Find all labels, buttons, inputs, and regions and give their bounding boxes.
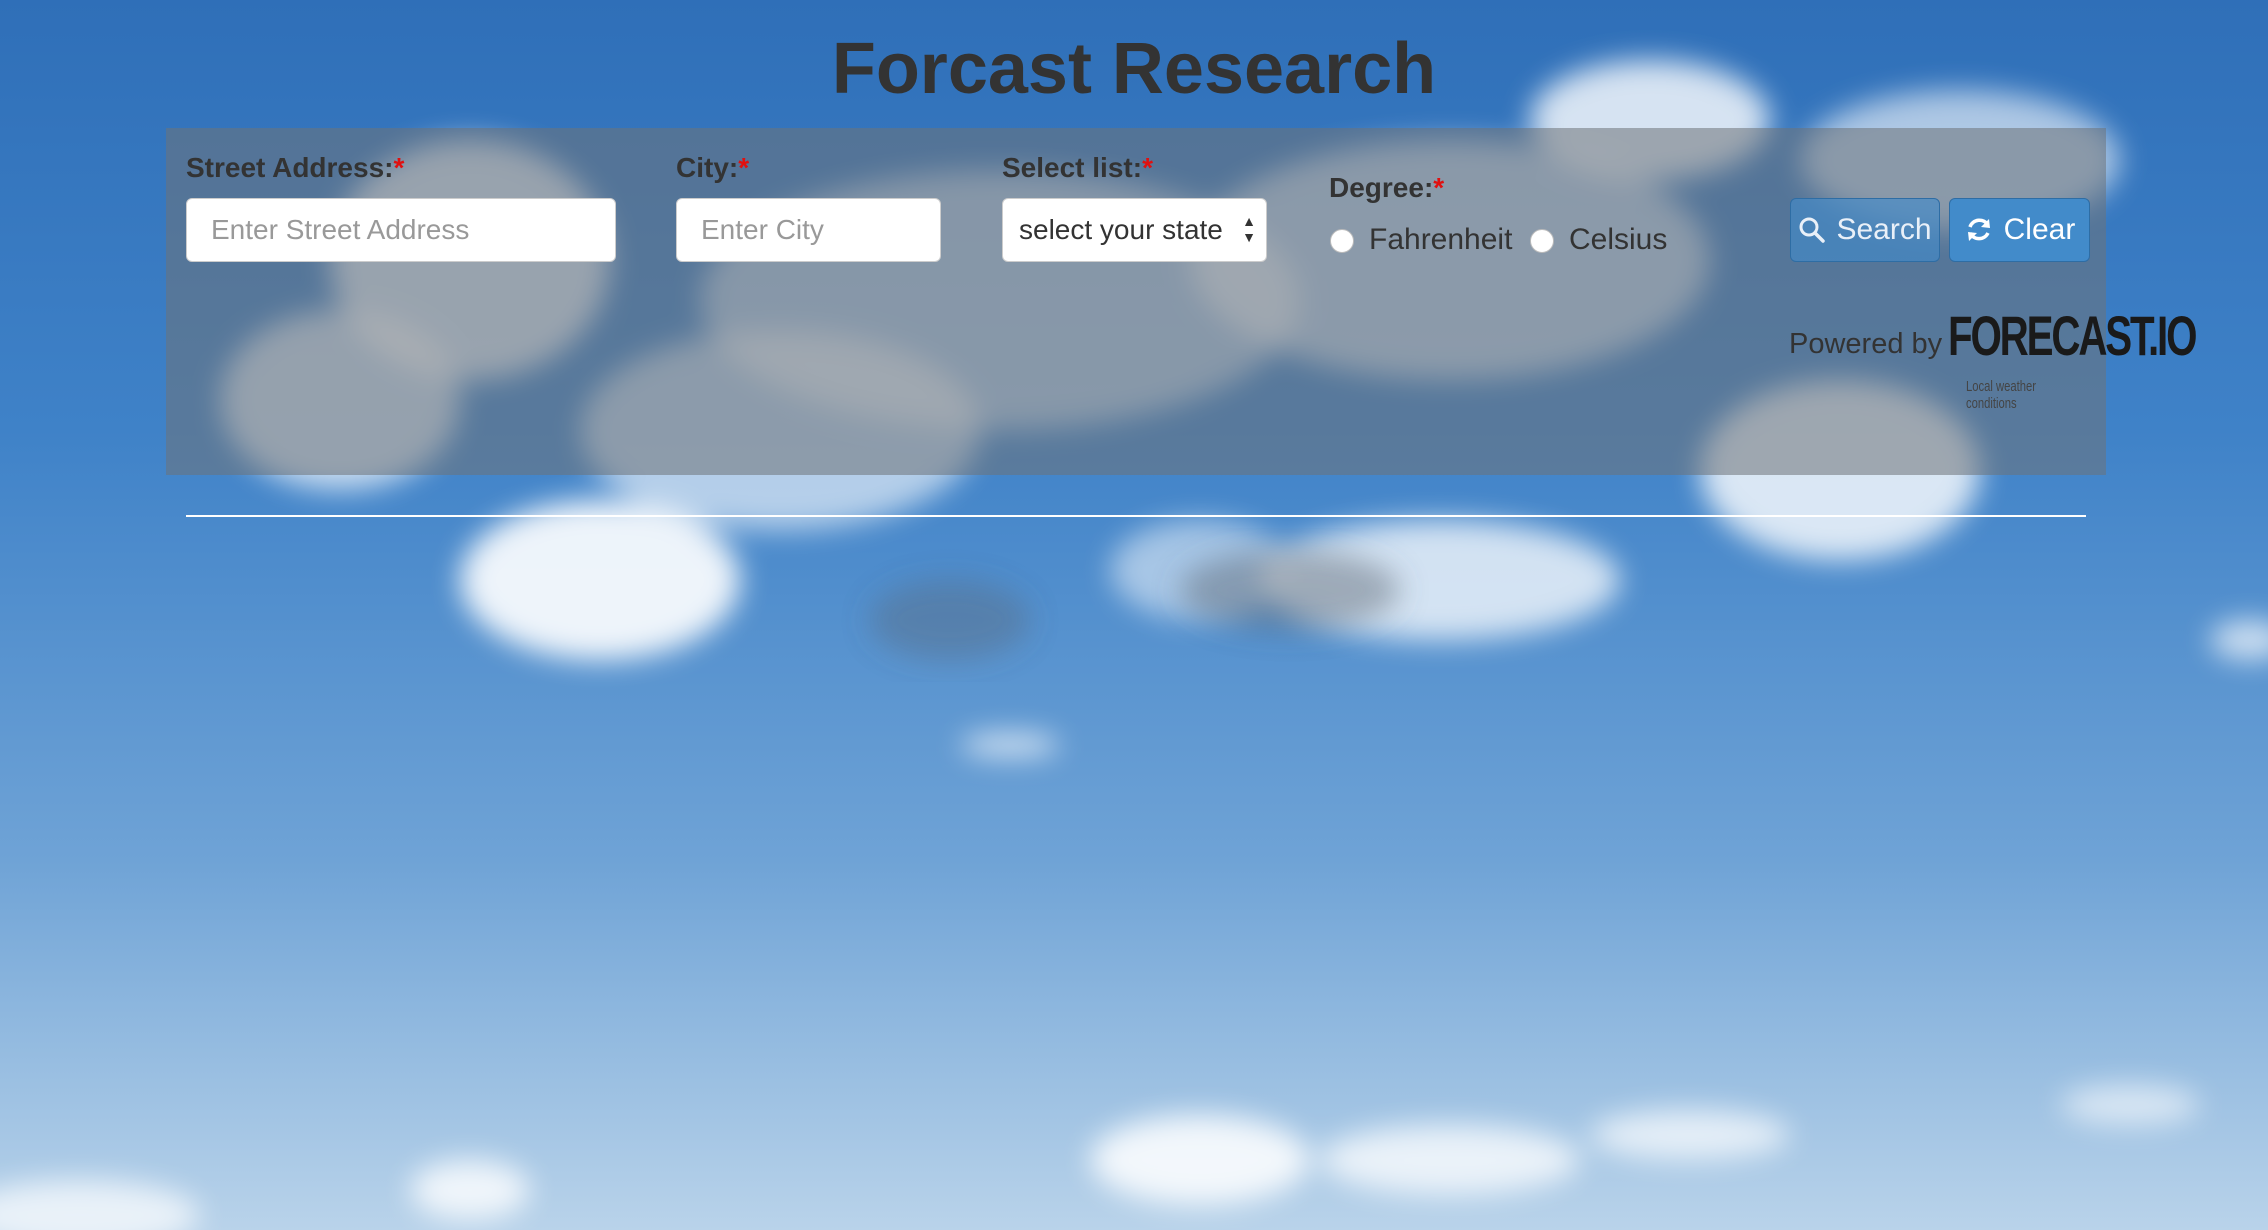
state-select[interactable]: select your state ▲ ▼ <box>1002 198 1267 262</box>
search-icon <box>1799 217 1826 243</box>
state-select-value: select your state <box>1019 214 1223 245</box>
degree-label: Degree:* <box>1329 172 1445 203</box>
city-input[interactable] <box>676 198 941 262</box>
required-mark: * <box>393 152 405 183</box>
clear-button-label: Clear <box>2003 213 2076 246</box>
street-address-label: Street Address:* <box>186 152 405 183</box>
search-button-label: Search <box>1836 213 1932 246</box>
horizontal-divider <box>186 515 2086 517</box>
refresh-icon <box>1967 218 1990 241</box>
fahrenheit-radio[interactable] <box>1330 229 1354 253</box>
powered-by-text: Powered by <box>1789 328 1943 360</box>
required-mark: * <box>738 152 750 183</box>
forecast-io-logo: FORECAST.IO <box>1948 304 2197 367</box>
celsius-radio[interactable] <box>1530 229 1554 253</box>
forecast-io-tagline: Local weather conditions <box>1966 378 2037 412</box>
state-select-label: Select list:* <box>1002 152 1153 183</box>
page-title: Forcast Research <box>831 29 1437 109</box>
fahrenheit-label[interactable]: Fahrenheit <box>1369 223 1512 257</box>
required-mark: * <box>1433 172 1445 203</box>
required-mark: * <box>1142 152 1153 183</box>
city-label: City:* <box>676 152 750 183</box>
search-button[interactable]: Search <box>1790 198 1940 262</box>
clear-button[interactable]: Clear <box>1949 198 2090 262</box>
street-address-input[interactable] <box>186 198 616 262</box>
updown-arrows-icon: ▲ ▼ <box>1242 213 1256 245</box>
search-form-panel: Street Address:* City:* Select list:* se… <box>166 128 2197 475</box>
celsius-label[interactable]: Celsius <box>1569 223 1667 257</box>
